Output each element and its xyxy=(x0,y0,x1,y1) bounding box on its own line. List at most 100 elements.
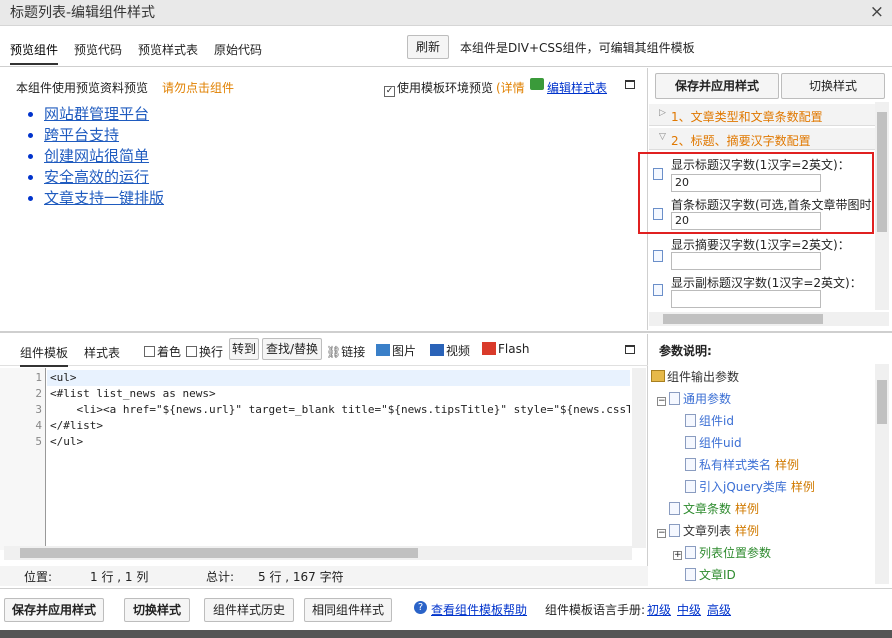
doc-icon xyxy=(685,414,696,427)
detail-link[interactable]: (详情 xyxy=(496,79,525,96)
code-line: </#list> xyxy=(50,419,103,432)
footer-save-apply-button[interactable]: 保存并应用样式 xyxy=(4,598,104,622)
tree-node[interactable]: − 文章列表 样例 xyxy=(657,520,759,542)
stylesheet-icon xyxy=(530,78,544,90)
field-doc-icon xyxy=(653,250,663,262)
sample-link[interactable]: 样例 xyxy=(735,524,759,538)
find-replace-button[interactable]: 查找/替换 xyxy=(262,338,322,360)
refresh-button[interactable]: 刷新 xyxy=(407,35,449,59)
list-icon xyxy=(669,524,680,537)
config-vertical-scrollbar[interactable] xyxy=(875,102,889,310)
tree-node[interactable]: 引入jQuery类库 样例 xyxy=(685,476,815,498)
maximize-icon[interactable] xyxy=(625,345,635,354)
top-toolbar: 预览组件 预览代码 预览样式表 原始代码 刷新 本组件是DIV+CSS组件，可编… xyxy=(0,27,892,67)
flash-icon xyxy=(482,342,496,355)
tree-node[interactable]: 私有样式类名 样例 xyxy=(685,454,799,476)
expand-icon[interactable]: + xyxy=(673,551,682,560)
chevron-right-icon: ▷ xyxy=(659,108,666,118)
sample-link[interactable]: 样例 xyxy=(735,502,759,516)
config-section-title-summary[interactable]: ▽ 2、标题、摘要汉字数配置 xyxy=(649,128,885,150)
preview-list: 网站群管理平台 跨平台支持 创建网站很简单 安全高效的运行 文章支持一键排版 xyxy=(28,104,164,209)
config-horizontal-scrollbar[interactable] xyxy=(649,312,889,326)
component-info-text: 本组件是DIV+CSS组件，可编辑其组件模板 xyxy=(460,41,695,55)
switch-style-button[interactable]: 切换样式 xyxy=(781,73,885,99)
tab-preview-code[interactable]: 预览代码 xyxy=(74,41,122,58)
list-item[interactable]: 安全高效的运行 xyxy=(44,167,164,188)
params-panel: 参数说明: 组件输出参数 − 通用参数 组件id 组件uid 私有样式类名 样例 引… xyxy=(649,334,892,586)
link-button[interactable]: ⛓链接 xyxy=(326,343,365,360)
chevron-down-icon: ▽ xyxy=(659,132,666,142)
tree-node[interactable]: 组件id xyxy=(685,410,734,432)
list-item[interactable]: 文章支持一键排版 xyxy=(44,188,164,209)
position-label: 位置: xyxy=(24,570,53,584)
window-title: 标题列表-编辑组件样式 xyxy=(10,5,156,21)
code-editor-panel: 组件模板 样式表 着色 换行 转到 查找/替换 ⛓链接 图片 视频 Flash … xyxy=(0,334,648,586)
field-label-subtitle-chars: 显示副标题汉字数(1汉字=2英文)： xyxy=(671,276,862,290)
use-template-env-toggle[interactable]: ✓ 使用模板环境预览 xyxy=(384,79,493,97)
list-item[interactable]: 创建网站很简单 xyxy=(44,146,164,167)
code-horizontal-scrollbar[interactable] xyxy=(4,546,632,560)
image-button[interactable]: 图片 xyxy=(376,342,416,359)
preview-warning: 请勿点击组件 xyxy=(162,81,235,95)
title-bar: 标题列表-编辑组件样式 × xyxy=(0,0,892,26)
scrollbar-thumb[interactable] xyxy=(20,548,418,558)
sample-link[interactable]: 样例 xyxy=(791,480,815,494)
editor-toolbar: 组件模板 样式表 着色 换行 转到 查找/替换 ⛓链接 图片 视频 Flash xyxy=(0,334,648,367)
tree-node[interactable]: + 列表位置参数 xyxy=(673,542,771,564)
close-icon[interactable]: × xyxy=(870,2,884,22)
flash-button[interactable]: Flash xyxy=(482,342,529,356)
code-textarea[interactable]: 1 2 3 4 5 <ul> <#list list_news as news>… xyxy=(0,368,640,550)
params-vertical-scrollbar[interactable] xyxy=(875,364,889,584)
video-button[interactable]: 视频 xyxy=(430,342,470,359)
footer-switch-style-button[interactable]: 切换样式 xyxy=(124,598,190,622)
use-template-env-checkbox[interactable]: ✓ xyxy=(384,86,395,97)
edit-stylesheet-link[interactable]: 编辑样式表 xyxy=(547,79,607,96)
line-gutter: 1 2 3 4 5 xyxy=(0,368,46,550)
tab-preview-component[interactable]: 预览组件 xyxy=(10,41,59,65)
line-number: 5 xyxy=(35,435,42,448)
tab-raw-code[interactable]: 原始代码 xyxy=(214,41,262,58)
manual-basic-link[interactable]: 初级 xyxy=(647,601,671,618)
doc-icon xyxy=(685,480,696,493)
wrap-checkbox[interactable] xyxy=(186,346,197,357)
wrap-toggle[interactable]: 换行 xyxy=(186,343,223,360)
tree-node[interactable]: 文章ID xyxy=(685,564,736,582)
summary-chars-input[interactable] xyxy=(671,252,821,270)
config-section-article-type[interactable]: ▷ 1、文章类型和文章条数配置 xyxy=(649,104,885,126)
collapse-icon[interactable]: − xyxy=(657,397,666,406)
tree-node[interactable]: 文章条数 样例 xyxy=(669,498,759,520)
same-component-style-button[interactable]: 相同组件样式 xyxy=(304,598,392,622)
preview-note: 本组件使用预览资料预览 xyxy=(16,81,149,95)
tree-node[interactable]: − 通用参数 xyxy=(657,388,731,410)
highlight-box xyxy=(638,152,874,234)
tab-component-template[interactable]: 组件模板 xyxy=(20,344,69,367)
tab-stylesheet[interactable]: 样式表 xyxy=(84,344,120,361)
goto-button[interactable]: 转到 xyxy=(229,338,259,360)
line-number: 4 xyxy=(35,419,42,432)
manual-intermediate-link[interactable]: 中级 xyxy=(677,601,701,618)
code-vertical-scrollbar[interactable] xyxy=(632,368,646,548)
collapse-icon[interactable]: − xyxy=(657,529,666,538)
use-template-env-label: 使用模板环境预览 xyxy=(397,81,494,95)
color-toggle[interactable]: 着色 xyxy=(144,343,181,360)
list-item[interactable]: 网站群管理平台 xyxy=(44,104,164,125)
tree-node[interactable]: 组件uid xyxy=(685,432,742,454)
save-apply-style-button[interactable]: 保存并应用样式 xyxy=(655,73,779,99)
maximize-icon[interactable] xyxy=(625,80,635,89)
scrollbar-thumb[interactable] xyxy=(877,112,887,232)
sample-link[interactable]: 样例 xyxy=(775,458,799,472)
code-line: <li><a href="${news.url}" target=_blank … xyxy=(50,403,630,416)
divider xyxy=(0,331,892,333)
template-help-link[interactable]: 查看组件模板帮助 xyxy=(431,601,527,618)
color-checkbox[interactable] xyxy=(144,346,155,357)
bottom-strip xyxy=(0,630,892,638)
scrollbar-thumb[interactable] xyxy=(877,380,887,424)
tab-preview-stylesheet[interactable]: 预览样式表 xyxy=(138,41,198,58)
tree-node[interactable]: 组件输出参数 xyxy=(651,366,739,388)
scrollbar-thumb[interactable] xyxy=(663,314,823,324)
style-history-button[interactable]: 组件样式历史 xyxy=(204,598,294,622)
manual-advanced-link[interactable]: 高级 xyxy=(707,601,731,618)
list-item[interactable]: 跨平台支持 xyxy=(44,125,164,146)
subtitle-chars-input[interactable] xyxy=(671,290,821,308)
doc-icon xyxy=(685,436,696,449)
